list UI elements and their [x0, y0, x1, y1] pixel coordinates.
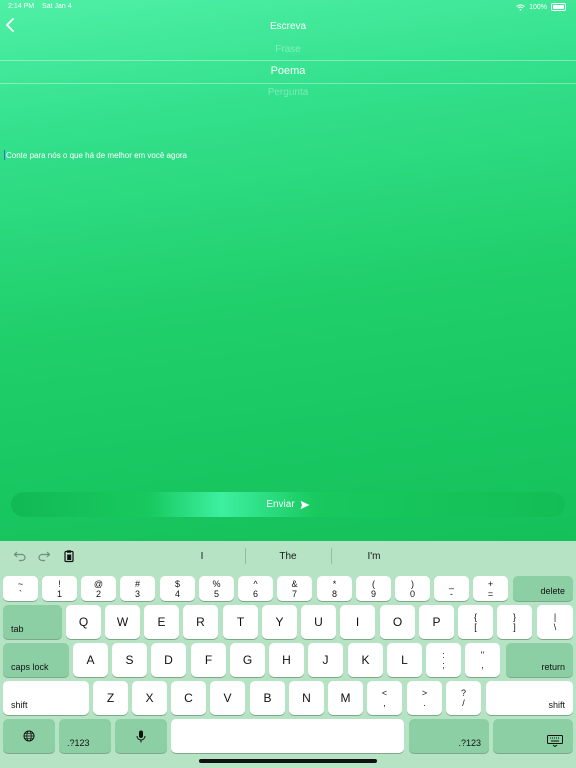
- dictation-key[interactable]: [115, 719, 167, 753]
- key-d[interactable]: D: [151, 643, 186, 677]
- send-button[interactable]: Enviar: [11, 492, 565, 517]
- status-time: 2:14 PM: [8, 3, 35, 10]
- key-o[interactable]: O: [380, 605, 415, 639]
- battery-icon: [551, 3, 566, 11]
- delete-key[interactable]: delete: [513, 576, 573, 601]
- key-minus[interactable]: _ -: [434, 576, 469, 601]
- key-n[interactable]: N: [289, 681, 324, 715]
- compose-placeholder: Conte para nós o que há de melhor em voc…: [6, 151, 188, 160]
- key-m[interactable]: M: [328, 681, 363, 715]
- key-backslash[interactable]: | \: [537, 605, 573, 639]
- microphone-icon: [136, 730, 146, 742]
- nav-title: Escreva: [269, 21, 307, 32]
- key-w[interactable]: W: [105, 605, 140, 639]
- key-t[interactable]: T: [223, 605, 258, 639]
- hide-keyboard-key[interactable]: [493, 719, 573, 753]
- key-q[interactable]: Q: [66, 605, 101, 639]
- key-2[interactable]: @2: [81, 576, 116, 601]
- tab-key[interactable]: tab: [3, 605, 62, 639]
- home-indicator[interactable]: [199, 759, 377, 763]
- key-j[interactable]: J: [308, 643, 343, 677]
- shift-key-right[interactable]: shift: [486, 681, 573, 715]
- key-i[interactable]: I: [340, 605, 375, 639]
- category-picker[interactable]: Frase Poema Pergunta: [0, 40, 576, 100]
- key-e[interactable]: E: [144, 605, 179, 639]
- numbers-key-right[interactable]: .?123: [409, 719, 489, 753]
- picker-item-pergunta[interactable]: Pergunta: [0, 87, 576, 98]
- key-semicolon[interactable]: :;: [426, 643, 461, 677]
- globe-icon: [23, 730, 35, 742]
- suggestion-2[interactable]: The: [245, 551, 331, 562]
- paste-icon[interactable]: [62, 549, 76, 563]
- key-tilde[interactable]: ~ `: [3, 576, 38, 601]
- key-less-than[interactable]: <,: [367, 681, 402, 715]
- key-8[interactable]: * 8: [317, 576, 352, 601]
- key-r[interactable]: R: [183, 605, 218, 639]
- picker-divider-top: [0, 60, 576, 61]
- key-4[interactable]: $4: [160, 576, 195, 601]
- status-right: 100%: [516, 3, 566, 11]
- key-right-brace[interactable]: }]: [497, 605, 532, 639]
- nav-bar: Escreva: [0, 14, 576, 40]
- key-x[interactable]: X: [132, 681, 167, 715]
- suggestion-3[interactable]: I'm: [331, 551, 417, 562]
- key-5[interactable]: % 5: [199, 576, 234, 601]
- key-u[interactable]: U: [301, 605, 336, 639]
- picker-divider-bottom: [0, 83, 576, 84]
- key-3[interactable]: #3: [120, 576, 155, 601]
- shift-key-left[interactable]: shift: [3, 681, 89, 715]
- battery-percent: 100%: [529, 3, 547, 11]
- paper-plane-icon: [300, 500, 310, 509]
- wifi-icon: [516, 3, 525, 11]
- key-a[interactable]: A: [73, 643, 108, 677]
- key-b[interactable]: B: [250, 681, 285, 715]
- compose-text-area[interactable]: Conte para nós o que há de melhor em voc…: [4, 150, 564, 166]
- suggestion-1[interactable]: I: [159, 551, 245, 562]
- key-c[interactable]: C: [171, 681, 206, 715]
- return-key[interactable]: return: [506, 643, 573, 677]
- key-7[interactable]: & 7: [277, 576, 312, 601]
- key-h[interactable]: H: [269, 643, 304, 677]
- globe-key[interactable]: [3, 719, 55, 753]
- key-g[interactable]: G: [230, 643, 265, 677]
- redo-icon[interactable]: [37, 549, 51, 563]
- send-button-label: Enviar: [266, 499, 295, 510]
- picker-item-poema[interactable]: Poema: [0, 65, 576, 77]
- key-0[interactable]: ) 0: [395, 576, 430, 601]
- key-s[interactable]: S: [112, 643, 147, 677]
- numbers-key-left[interactable]: .?123: [59, 719, 111, 753]
- text-cursor: [4, 150, 5, 160]
- keyboard-dismiss-icon: [547, 735, 563, 747]
- key-6[interactable]: ^ 6: [238, 576, 273, 601]
- keyboard-toolbar: I The I'm: [0, 541, 576, 571]
- key-1[interactable]: ! 1: [42, 576, 77, 601]
- status-date: Sat Jan 4: [42, 3, 72, 10]
- key-k[interactable]: K: [348, 643, 383, 677]
- key-f[interactable]: F: [191, 643, 226, 677]
- undo-icon[interactable]: [13, 549, 27, 563]
- status-bar: 2:14 PM Sat Jan 4 100%: [0, 0, 576, 14]
- key-equals[interactable]: + =: [473, 576, 508, 601]
- key-p[interactable]: P: [419, 605, 454, 639]
- key-quote[interactable]: ",: [465, 643, 500, 677]
- key-9[interactable]: (9: [356, 576, 391, 601]
- key-y[interactable]: Y: [262, 605, 297, 639]
- key-l[interactable]: L: [387, 643, 422, 677]
- keyboard: I The I'm ~ ` ! 1 @2 #3 $4 % 5 ^ 6 & 7 * 8 (9 …: [0, 541, 576, 768]
- key-greater-than[interactable]: >.: [407, 681, 442, 715]
- space-key[interactable]: [171, 719, 404, 753]
- app-screen: 2:14 PM Sat Jan 4 100% Escreva Frase Poe…: [0, 0, 576, 541]
- key-left-brace[interactable]: {[: [458, 605, 493, 639]
- picker-item-frase[interactable]: Frase: [0, 44, 576, 55]
- status-left: 2:14 PM Sat Jan 4: [8, 3, 78, 10]
- key-question[interactable]: ? /: [446, 681, 481, 715]
- key-v[interactable]: V: [210, 681, 245, 715]
- key-z[interactable]: Z: [93, 681, 128, 715]
- caps-lock-key[interactable]: caps lock: [3, 643, 69, 677]
